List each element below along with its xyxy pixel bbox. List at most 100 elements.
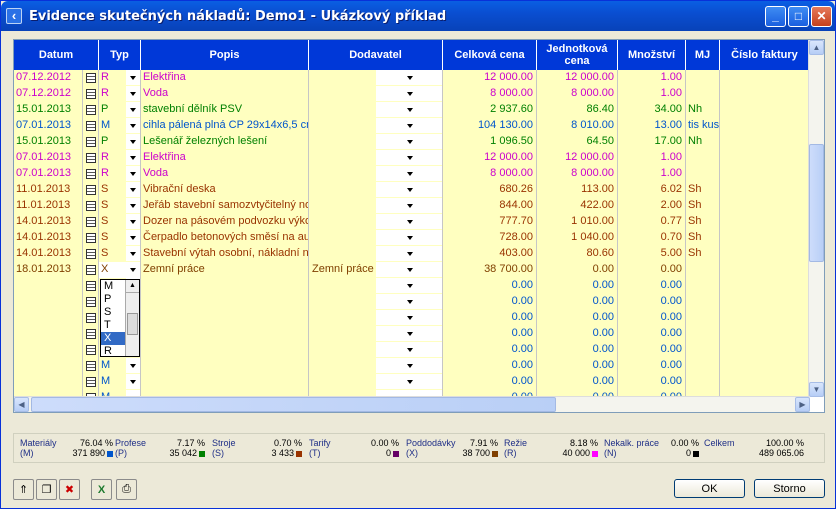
- chevron-down-icon[interactable]: [126, 214, 140, 229]
- total-price-cell[interactable]: 8 000.00: [443, 166, 537, 182]
- unit-price-cell[interactable]: 12 000.00: [537, 70, 618, 86]
- date-cell[interactable]: 07.01.2013: [14, 118, 83, 134]
- type-cell[interactable]: P: [99, 134, 141, 150]
- dropdown-option[interactable]: S: [101, 306, 126, 319]
- type-cell[interactable]: R: [99, 86, 141, 102]
- invoice-cell[interactable]: [720, 326, 810, 342]
- date-cell[interactable]: 07.01.2013: [14, 166, 83, 182]
- table-row[interactable]: 07.01.2013 Mcihla pálená plná CP 29x14x6,…: [14, 118, 810, 134]
- invoice-cell[interactable]: [720, 134, 810, 150]
- type-cell[interactable]: P: [99, 102, 141, 118]
- description-cell[interactable]: [141, 294, 309, 310]
- date-cell[interactable]: [14, 374, 83, 390]
- chevron-down-icon[interactable]: [375, 198, 442, 213]
- invoice-cell[interactable]: [720, 310, 810, 326]
- scroll-right-icon[interactable]: ▶: [795, 397, 810, 412]
- description-cell[interactable]: Jeřáb stavební samozvtyčitelný nosnost: [141, 198, 309, 214]
- print-icon[interactable]: ⎙: [116, 479, 137, 500]
- table-row[interactable]: 11.01.2013 S Jeřáb stavební samozvtyčiteln…: [14, 198, 810, 214]
- date-cell[interactable]: 14.01.2013: [14, 214, 83, 230]
- chevron-down-icon[interactable]: [375, 262, 442, 277]
- calendar-icon[interactable]: [83, 294, 99, 310]
- table-row[interactable]: 18.01.2013 X Zemní práceZemní práce - Rýha…: [14, 262, 810, 278]
- quantity-cell[interactable]: 6.02: [618, 182, 686, 198]
- description-cell[interactable]: [141, 310, 309, 326]
- description-cell[interactable]: Voda: [141, 166, 309, 182]
- quantity-cell[interactable]: 0.00: [618, 374, 686, 390]
- calendar-icon[interactable]: [83, 166, 99, 182]
- table-row[interactable]: 14.01.2013 S Stavební výtah osobní, náklad…: [14, 246, 810, 262]
- description-cell[interactable]: Čerpadlo betonových směsí na auto: [141, 230, 309, 246]
- date-cell[interactable]: 18.01.2013: [14, 262, 83, 278]
- calendar-icon[interactable]: [83, 262, 99, 278]
- horizontal-scrollbar[interactable]: ◀ ▶: [14, 396, 810, 412]
- type-cell[interactable]: S: [99, 214, 141, 230]
- unit-cell[interactable]: Sh: [686, 214, 720, 230]
- date-cell[interactable]: 15.01.2013: [14, 134, 83, 150]
- description-cell[interactable]: Lešenář železných lešení: [141, 134, 309, 150]
- calendar-icon[interactable]: [83, 342, 99, 358]
- col-header-celkova-cena[interactable]: Celková cena: [443, 40, 537, 70]
- quantity-cell[interactable]: 1.00: [618, 86, 686, 102]
- unit-price-cell[interactable]: 0.00: [537, 310, 618, 326]
- total-price-cell[interactable]: 12 000.00: [443, 150, 537, 166]
- unit-price-cell[interactable]: 1 010.00: [537, 214, 618, 230]
- quantity-cell[interactable]: 2.00: [618, 198, 686, 214]
- dropdown-scrollbar[interactable]: ▲: [125, 280, 139, 356]
- unit-price-cell[interactable]: 0.00: [537, 326, 618, 342]
- chevron-down-icon[interactable]: [126, 70, 140, 85]
- close-button[interactable]: ✕: [811, 6, 832, 27]
- unit-cell[interactable]: Sh: [686, 230, 720, 246]
- chevron-down-icon[interactable]: [126, 358, 140, 373]
- total-price-cell[interactable]: 0.00: [443, 278, 537, 294]
- calendar-icon[interactable]: [83, 182, 99, 198]
- type-cell[interactable]: M: [99, 374, 141, 390]
- calendar-icon[interactable]: [83, 214, 99, 230]
- unit-cell[interactable]: [686, 374, 720, 390]
- scroll-left-icon[interactable]: ◀: [14, 397, 29, 412]
- chevron-down-icon[interactable]: [375, 358, 442, 373]
- dropdown-option[interactable]: P: [101, 293, 126, 306]
- col-header-typ[interactable]: Typ: [99, 40, 141, 70]
- maximize-button[interactable]: □: [788, 6, 809, 27]
- unit-cell[interactable]: [686, 166, 720, 182]
- quantity-cell[interactable]: 0.00: [618, 278, 686, 294]
- unit-cell[interactable]: [686, 262, 720, 278]
- description-cell[interactable]: [141, 374, 309, 390]
- quantity-cell[interactable]: 0.00: [618, 294, 686, 310]
- quantity-cell[interactable]: 0.00: [618, 310, 686, 326]
- total-price-cell[interactable]: 0.00: [443, 294, 537, 310]
- description-cell[interactable]: cihla pálená plná CP 29x14x6,5 cm: [141, 118, 309, 134]
- excel-export-icon[interactable]: X: [91, 479, 112, 500]
- quantity-cell[interactable]: 34.00: [618, 102, 686, 118]
- chevron-down-icon[interactable]: [375, 326, 442, 341]
- supplier-cell[interactable]: [309, 310, 443, 326]
- chevron-down-icon[interactable]: [375, 278, 442, 293]
- unit-cell[interactable]: [686, 150, 720, 166]
- type-cell[interactable]: S: [99, 198, 141, 214]
- chevron-down-icon[interactable]: [375, 102, 442, 117]
- col-header-popis[interactable]: Popis: [141, 40, 309, 70]
- chevron-down-icon[interactable]: [126, 374, 140, 389]
- description-cell[interactable]: [141, 342, 309, 358]
- chevron-down-icon[interactable]: [375, 70, 442, 85]
- total-price-cell[interactable]: 0.00: [443, 326, 537, 342]
- total-price-cell[interactable]: 728.00: [443, 230, 537, 246]
- total-price-cell[interactable]: 1 096.50: [443, 134, 537, 150]
- invoice-cell[interactable]: [720, 198, 810, 214]
- table-row[interactable]: 07.12.2012 R Elektřina 12 000.00 12 000.00 1.…: [14, 70, 810, 86]
- calendar-icon[interactable]: [83, 102, 99, 118]
- invoice-cell[interactable]: [720, 214, 810, 230]
- unit-cell[interactable]: [686, 358, 720, 374]
- description-cell[interactable]: Elektřina: [141, 70, 309, 86]
- supplier-cell[interactable]: [309, 342, 443, 358]
- unit-cell[interactable]: Nh: [686, 102, 720, 118]
- date-cell[interactable]: 07.01.2013: [14, 150, 83, 166]
- dropdown-option[interactable]: T: [101, 319, 126, 332]
- description-cell[interactable]: Zemní práce: [141, 262, 309, 278]
- unit-cell[interactable]: [686, 70, 720, 86]
- unit-price-cell[interactable]: 8 000.00: [537, 86, 618, 102]
- scroll-down-icon[interactable]: ▼: [809, 382, 824, 397]
- unit-cell[interactable]: [686, 326, 720, 342]
- chevron-down-icon[interactable]: [375, 374, 442, 389]
